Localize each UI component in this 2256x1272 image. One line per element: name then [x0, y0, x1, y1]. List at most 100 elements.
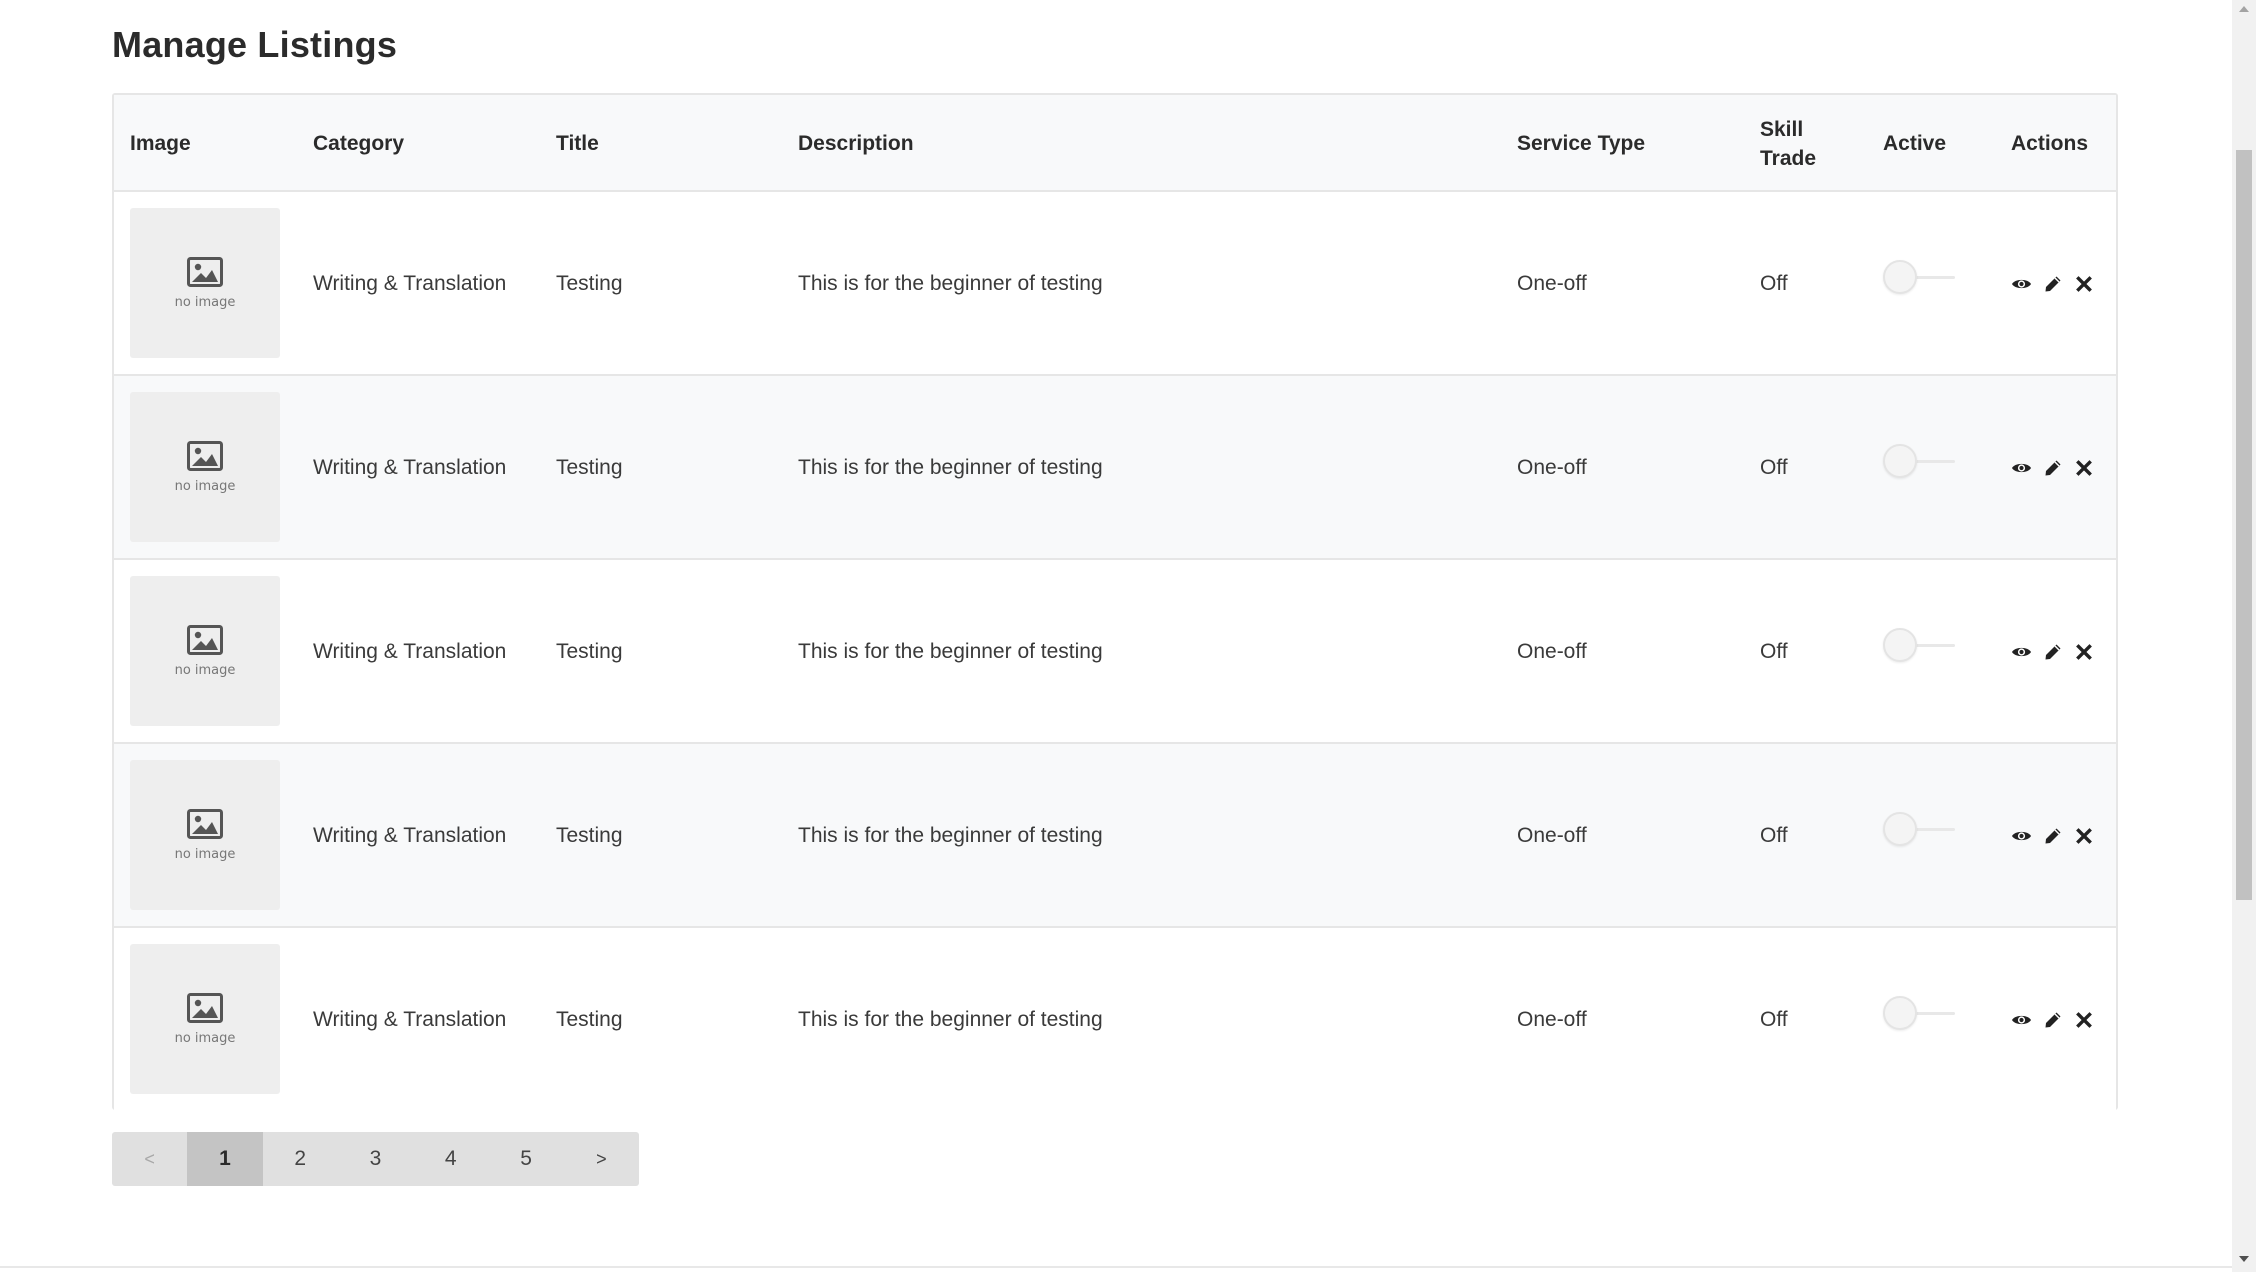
toggle-knob: [1883, 996, 1917, 1030]
view-button[interactable]: [2011, 1010, 2032, 1031]
header-skill-trade-line1: Skill: [1760, 117, 1804, 141]
image-placeholder-icon: [187, 256, 223, 287]
row-actions: [2011, 376, 2094, 560]
page-bottom-divider: [0, 1266, 2232, 1268]
eye-icon: [2012, 647, 2031, 657]
page-title: Manage Listings: [112, 24, 398, 65]
cell-service-type: One-off: [1517, 640, 1587, 663]
table-row: no image Writing & Translation Testing T…: [114, 560, 2116, 744]
cell-service-type: One-off: [1517, 456, 1587, 479]
pagination-page-3[interactable]: 3: [338, 1132, 413, 1186]
row-actions: [2011, 928, 2094, 1112]
listing-thumbnail: no image: [130, 944, 280, 1094]
cell-skill-trade: Off: [1760, 272, 1788, 295]
cell-category: Writing & Translation: [313, 640, 507, 663]
active-toggle[interactable]: [1883, 628, 1957, 662]
header-service-type: Service Type: [1517, 132, 1646, 155]
cell-service-type: One-off: [1517, 1008, 1587, 1031]
toggle-knob: [1883, 444, 1917, 478]
scroll-down-arrow-icon[interactable]: [2239, 1256, 2249, 1262]
no-image-label: no image: [174, 846, 236, 862]
cell-description: This is for the beginner of testing: [798, 824, 1103, 847]
pencil-icon: [2045, 460, 2060, 476]
no-image-label: no image: [174, 478, 236, 494]
cell-title: Testing: [556, 824, 623, 847]
table-row: no image Writing & Translation Testing T…: [114, 928, 2116, 1112]
no-image-label: no image: [174, 1030, 236, 1046]
pagination-next-button[interactable]: >: [564, 1132, 639, 1186]
pagination-page-1[interactable]: 1: [187, 1132, 263, 1186]
view-button[interactable]: [2011, 458, 2032, 479]
row-actions: [2011, 560, 2094, 744]
image-placeholder-icon: [187, 624, 223, 655]
pencil-icon: [2045, 828, 2060, 844]
eye-icon: [2012, 1015, 2031, 1025]
cell-category: Writing & Translation: [313, 456, 507, 479]
row-actions: [2011, 192, 2094, 376]
edit-button[interactable]: [2042, 274, 2063, 295]
image-placeholder-icon: [187, 808, 223, 839]
close-icon: [2075, 460, 2092, 476]
header-active: Active: [1883, 132, 1947, 155]
pagination-page-4[interactable]: 4: [413, 1132, 488, 1186]
cell-category: Writing & Translation: [313, 1008, 507, 1031]
pencil-icon: [2045, 276, 2060, 292]
pagination-prev-button[interactable]: <: [112, 1132, 187, 1186]
no-image-label: no image: [174, 294, 236, 310]
pencil-icon: [2045, 1012, 2060, 1028]
table-header: Image Category Title Description Service…: [114, 95, 2116, 192]
image-placeholder-icon: [187, 440, 223, 471]
header-title: Title: [556, 132, 599, 155]
active-toggle[interactable]: [1883, 812, 1957, 846]
pagination-page-5[interactable]: 5: [488, 1132, 563, 1186]
view-button[interactable]: [2011, 642, 2032, 663]
view-button[interactable]: [2011, 826, 2032, 847]
header-image: Image: [130, 132, 191, 155]
vertical-scrollbar[interactable]: [2232, 0, 2256, 1272]
table-row: no image Writing & Translation Testing T…: [114, 192, 2116, 376]
cell-skill-trade: Off: [1760, 824, 1788, 847]
view-button[interactable]: [2011, 274, 2032, 295]
cell-title: Testing: [556, 456, 623, 479]
header-skill-trade-line2: Trade: [1760, 146, 1817, 170]
delete-button[interactable]: [2073, 1010, 2094, 1031]
listings-table: Image Category Title Description Service…: [112, 93, 2118, 1112]
edit-button[interactable]: [2042, 826, 2063, 847]
eye-icon: [2012, 831, 2031, 841]
close-icon: [2075, 1012, 2092, 1028]
delete-button[interactable]: [2073, 274, 2094, 295]
eye-icon: [2012, 279, 2031, 289]
delete-button[interactable]: [2073, 826, 2094, 847]
delete-button[interactable]: [2073, 642, 2094, 663]
cell-service-type: One-off: [1517, 824, 1587, 847]
pagination-page-2[interactable]: 2: [263, 1132, 338, 1186]
active-toggle[interactable]: [1883, 260, 1957, 294]
active-toggle[interactable]: [1883, 996, 1957, 1030]
header-description: Description: [798, 132, 914, 155]
header-skill-trade: Skill Trade: [1760, 95, 1816, 192]
table-row: no image Writing & Translation Testing T…: [114, 744, 2116, 928]
scrollbar-thumb[interactable]: [2236, 150, 2252, 900]
active-toggle[interactable]: [1883, 444, 1957, 478]
image-placeholder-icon: [187, 992, 223, 1023]
pencil-icon: [2045, 644, 2060, 660]
row-actions: [2011, 744, 2094, 928]
header-actions: Actions: [2011, 132, 2089, 155]
delete-button[interactable]: [2073, 458, 2094, 479]
close-icon: [2075, 276, 2092, 292]
edit-button[interactable]: [2042, 642, 2063, 663]
listing-thumbnail: no image: [130, 208, 280, 358]
cell-title: Testing: [556, 1008, 623, 1031]
table-row: no image Writing & Translation Testing T…: [114, 376, 2116, 560]
cell-description: This is for the beginner of testing: [798, 1008, 1103, 1031]
cell-description: This is for the beginner of testing: [798, 456, 1103, 479]
listing-thumbnail: no image: [130, 760, 280, 910]
edit-button[interactable]: [2042, 1010, 2063, 1031]
scroll-up-arrow-icon[interactable]: [2239, 6, 2249, 12]
edit-button[interactable]: [2042, 458, 2063, 479]
cell-title: Testing: [556, 640, 623, 663]
pagination: < 1 2 3 4 5 >: [112, 1132, 639, 1186]
eye-icon: [2012, 463, 2031, 473]
close-icon: [2075, 644, 2092, 660]
cell-skill-trade: Off: [1760, 640, 1788, 663]
